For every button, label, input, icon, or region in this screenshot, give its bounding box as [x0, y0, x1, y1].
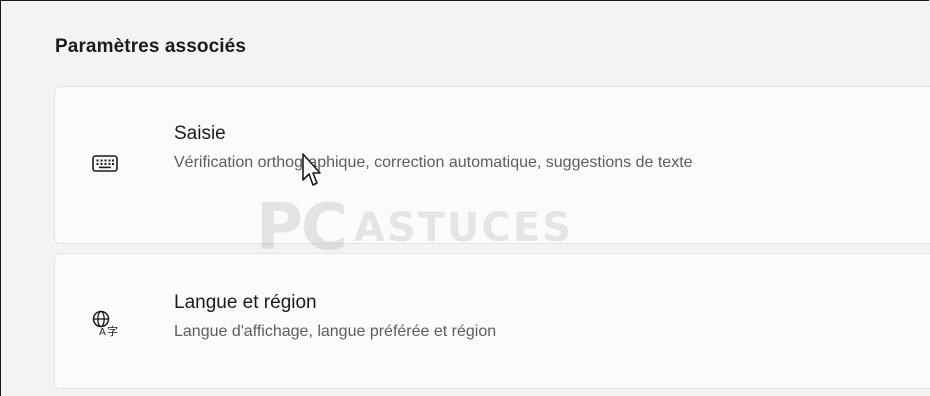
card-title-langue: Langue et région — [174, 292, 317, 313]
mouse-cursor-icon — [301, 152, 321, 188]
keyboard-icon — [91, 150, 119, 178]
card-title-saisie: Saisie — [174, 123, 226, 144]
card-text-saisie: Saisie Vérification orthographique, corr… — [174, 121, 893, 175]
settings-card-langue[interactable]: A 字 Langue et région Langue d'affichage,… — [54, 253, 930, 389]
card-text-langue: Langue et région Langue d'affichage, lan… — [174, 290, 893, 344]
svg-text:A: A — [99, 327, 106, 337]
settings-panel: Paramètres associés Saisie Vérification … — [0, 0, 930, 396]
settings-card-saisie[interactable]: Saisie Vérification orthographique, corr… — [54, 86, 930, 244]
svg-text:字: 字 — [107, 324, 118, 337]
section-title: Paramètres associés — [55, 36, 246, 57]
card-desc-saisie: Vérification orthographique, correction … — [174, 154, 693, 171]
card-desc-langue: Langue d'affichage, langue préférée et r… — [174, 323, 497, 340]
language-icon: A 字 — [91, 309, 119, 337]
